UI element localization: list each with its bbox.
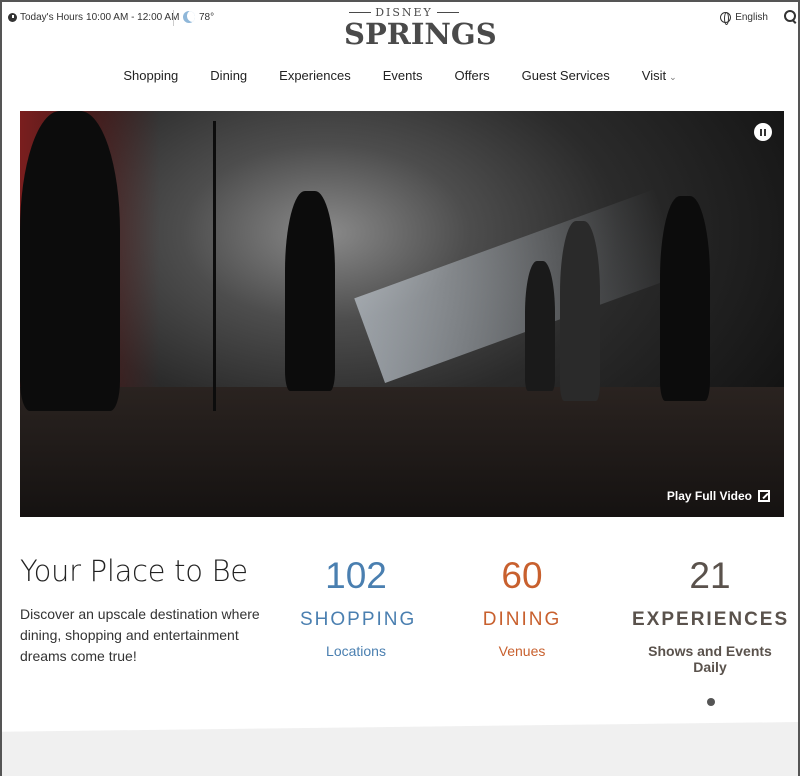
logo-main-text: SPRINGS (344, 17, 497, 51)
guitarist-figure (20, 111, 120, 411)
pause-icon (760, 128, 766, 136)
performer-figure (285, 191, 335, 391)
moon-icon (183, 11, 195, 23)
intro-text: Discover an upscale destination where di… (20, 606, 260, 664)
weather: 78° (183, 11, 214, 23)
stat-sub: Locations (326, 643, 386, 659)
play-full-video-button[interactable]: Play Full Video (667, 489, 770, 503)
pause-button[interactable] (754, 123, 772, 141)
stat-experiences[interactable]: 21 EXPERIENCES Shows and Events Daily (632, 555, 788, 675)
play-full-video-label: Play Full Video (666, 489, 752, 503)
stat-sub: Venues (498, 643, 546, 659)
divider (173, 10, 174, 26)
spotlight-beam (354, 188, 686, 384)
stat-sub: Shows and Events Daily (648, 643, 772, 675)
stat-category: SHOPPING (300, 609, 417, 630)
hours-label: Today's Hours (20, 12, 84, 23)
stat-dining[interactable]: 60 DINING Venues (472, 555, 572, 659)
intro-title: Your Place to Be (20, 554, 248, 588)
todays-hours[interactable]: Today's Hours 10:00 AM - 12:00 AM (8, 12, 179, 23)
search-icon[interactable] (784, 10, 796, 24)
temperature: 78° (199, 11, 215, 23)
clock-icon (8, 13, 17, 22)
top-bar: Today's Hours 10:00 AM - 12:00 AM 78° DI… (2, 2, 798, 49)
main-nav: Shopping Dining Experiences Events Offer… (2, 68, 798, 83)
hours-value: 10:00 AM - 12:00 AM (86, 12, 180, 23)
stat-shopping[interactable]: 102 SHOPPING Locations (300, 555, 417, 659)
stat-number: 102 (325, 555, 387, 596)
hero-video[interactable]: Play Full Video (20, 111, 784, 517)
dancer-figure (560, 221, 600, 401)
nav-experiences[interactable]: Experiences (279, 68, 351, 83)
microphone-stand (213, 121, 216, 411)
nav-offers[interactable]: Offers (454, 68, 489, 83)
nav-guest-services[interactable]: Guest Services (522, 68, 610, 83)
disney-springs-logo[interactable]: DISNEY SPRINGS (344, 6, 497, 51)
nav-visit[interactable]: Visit ⌄ (642, 68, 677, 83)
dancer-figure (525, 261, 555, 391)
intro-section: Your Place to Be Discover an upscale des… (20, 554, 280, 667)
nav-shopping[interactable]: Shopping (123, 68, 178, 83)
stat-category: EXPERIENCES (632, 609, 790, 630)
nav-dining[interactable]: Dining (210, 68, 247, 83)
stat-number: 60 (501, 555, 543, 596)
nav-events[interactable]: Events (383, 68, 423, 83)
language-selector[interactable]: English (720, 12, 768, 25)
chevron-down-icon: ⌄ (669, 72, 677, 82)
carousel-dot[interactable] (707, 698, 715, 706)
nav-visit-label: Visit (641, 68, 667, 83)
language-label: English (735, 12, 768, 23)
dancer-figure (660, 196, 710, 401)
stat-number: 21 (689, 555, 731, 596)
expand-icon (758, 490, 770, 502)
globe-icon (720, 12, 732, 25)
stat-category: DINING (482, 609, 562, 630)
bottom-band (2, 722, 798, 776)
